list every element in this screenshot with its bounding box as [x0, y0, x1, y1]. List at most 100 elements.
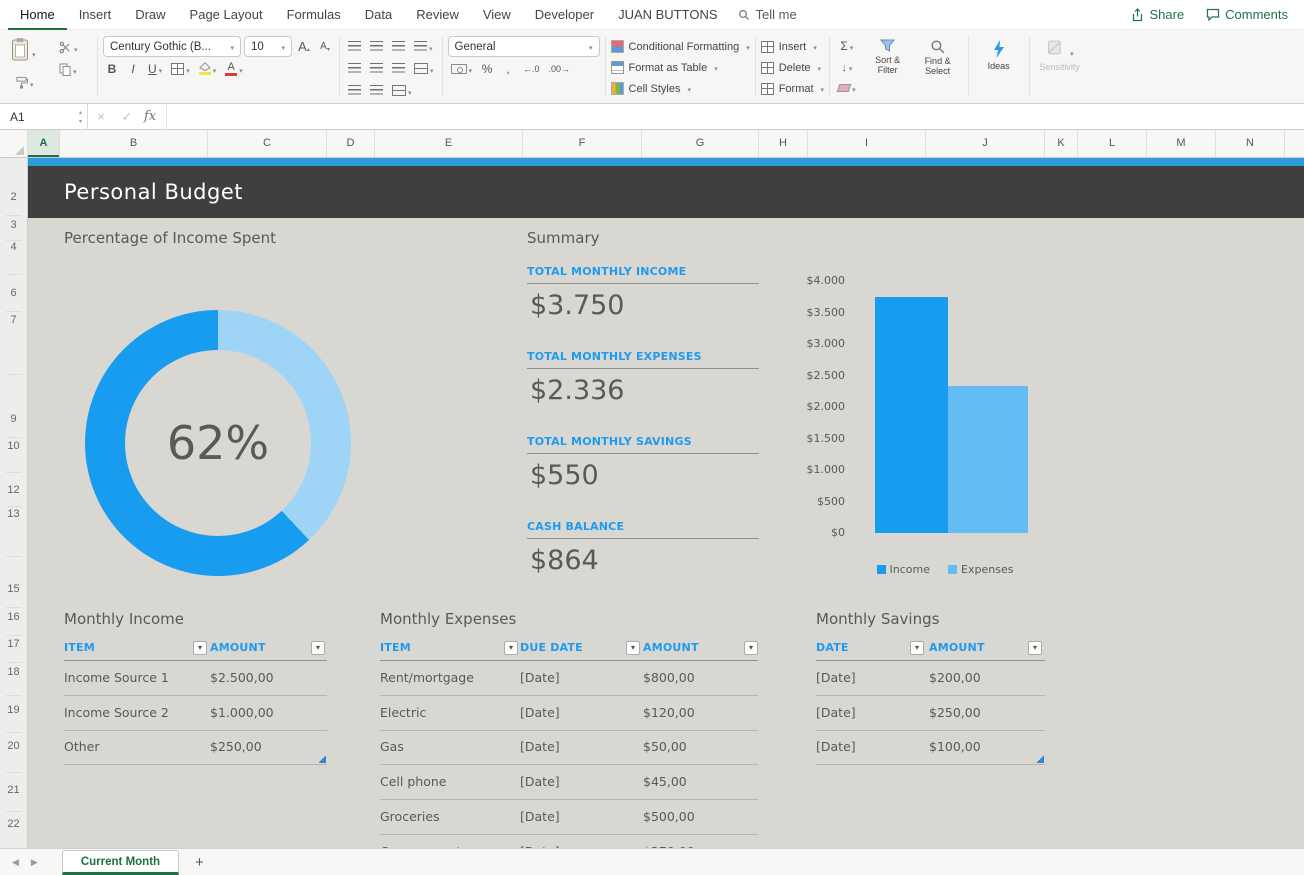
- column-header-D[interactable]: D: [327, 130, 375, 157]
- comma-style-button[interactable]: ,: [499, 59, 517, 78]
- insert-function-button[interactable]: fx: [144, 109, 156, 124]
- table-resize-handle[interactable]: [319, 756, 326, 763]
- decrease-decimal-button[interactable]: [546, 59, 574, 78]
- table-cell[interactable]: $2.500,00: [210, 670, 274, 686]
- column-header-N[interactable]: N: [1216, 130, 1285, 157]
- borders-button[interactable]: [168, 59, 193, 78]
- increase-indent-button[interactable]: [367, 81, 386, 100]
- sheet-tab-current-month[interactable]: Current Month: [62, 850, 179, 875]
- format-painter-button[interactable]: [12, 73, 37, 92]
- formula-input[interactable]: [166, 104, 1304, 129]
- delete-cells-button[interactable]: Delete: [761, 57, 824, 78]
- row-header-7[interactable]: 7: [0, 311, 27, 329]
- table-cell[interactable]: $100,00: [929, 739, 981, 755]
- table-cell[interactable]: $1.000,00: [210, 705, 274, 721]
- align-left-button[interactable]: [345, 59, 364, 78]
- menu-tab-home[interactable]: Home: [8, 0, 67, 30]
- filter-dropdown-button[interactable]: [193, 641, 207, 655]
- italic-button[interactable]: I: [124, 59, 142, 78]
- menu-tab-page-layout[interactable]: Page Layout: [178, 0, 275, 30]
- text-orientation-button[interactable]: [389, 81, 415, 100]
- table-cell[interactable]: $270,00: [643, 844, 695, 848]
- autosum-button[interactable]: Σ: [835, 36, 859, 56]
- table-cell[interactable]: [Date]: [520, 739, 560, 755]
- row-header-15[interactable]: 15: [0, 580, 27, 598]
- number-format-select[interactable]: General: [448, 36, 600, 57]
- column-header-B[interactable]: B: [60, 130, 208, 157]
- increase-font-size-button[interactable]: A: [295, 37, 313, 56]
- row-header-9[interactable]: 9: [0, 410, 27, 428]
- copy-button[interactable]: [56, 60, 80, 79]
- wrap-text-button[interactable]: [411, 37, 436, 56]
- format-cells-button[interactable]: Format: [761, 78, 824, 99]
- table-cell[interactable]: [Date]: [520, 670, 560, 686]
- font-color-button[interactable]: A: [222, 59, 246, 78]
- merge-center-button[interactable]: [411, 59, 437, 78]
- table-cell[interactable]: $500,00: [643, 809, 695, 825]
- sheet-nav-left-button[interactable]: ◀: [6, 857, 25, 868]
- table-cell[interactable]: $45,00: [643, 774, 687, 790]
- table-cell[interactable]: Electric: [380, 705, 426, 721]
- find-select-button[interactable]: Find & Select: [913, 36, 963, 98]
- table-cell[interactable]: [Date]: [520, 809, 560, 825]
- comments-button[interactable]: Comments: [1206, 7, 1288, 22]
- font-size-select[interactable]: 10: [244, 36, 292, 57]
- row-header-16[interactable]: 16: [0, 608, 27, 626]
- align-middle-button[interactable]: [367, 37, 386, 56]
- currency-format-button[interactable]: [448, 59, 476, 78]
- conditional-formatting-button[interactable]: Conditional Formatting: [611, 36, 750, 57]
- ideas-button[interactable]: Ideas: [974, 36, 1024, 71]
- menu-tab-insert[interactable]: Insert: [67, 0, 124, 30]
- column-header-K[interactable]: K: [1045, 130, 1078, 157]
- align-center-button[interactable]: [367, 59, 386, 78]
- add-sheet-button[interactable]: +: [195, 854, 204, 871]
- row-header-6[interactable]: 6: [0, 284, 27, 302]
- align-bottom-button[interactable]: [389, 37, 408, 56]
- column-header-M[interactable]: M: [1147, 130, 1216, 157]
- row-header-4[interactable]: 4: [0, 238, 27, 256]
- column-header-H[interactable]: H: [759, 130, 808, 157]
- table-cell[interactable]: $200,00: [929, 670, 981, 686]
- menu-tab-juan-buttons[interactable]: JUAN BUTTONS: [606, 0, 729, 30]
- filter-dropdown-button[interactable]: [910, 641, 924, 655]
- share-button[interactable]: Share: [1131, 7, 1184, 22]
- underline-button[interactable]: U: [145, 59, 165, 78]
- name-box[interactable]: A1: [0, 104, 88, 130]
- table-cell[interactable]: $50,00: [643, 739, 687, 755]
- table-cell[interactable]: Income Source 1: [64, 670, 169, 686]
- clear-button[interactable]: [835, 78, 859, 98]
- sheet-canvas[interactable]: Personal Budget Percentage of Income Spe…: [0, 158, 1304, 848]
- menu-tab-formulas[interactable]: Formulas: [275, 0, 353, 30]
- filter-dropdown-button[interactable]: [744, 641, 758, 655]
- menu-tab-review[interactable]: Review: [404, 0, 471, 30]
- percent-style-button[interactable]: %: [478, 59, 496, 78]
- row-header-3[interactable]: 3: [0, 216, 27, 234]
- tell-me-button[interactable]: Tell me: [738, 7, 797, 22]
- select-all-corner[interactable]: [0, 130, 28, 158]
- table-cell[interactable]: [Date]: [520, 705, 560, 721]
- insert-cells-button[interactable]: Insert: [761, 36, 824, 57]
- table-cell[interactable]: $250,00: [210, 739, 262, 755]
- column-header-C[interactable]: C: [208, 130, 327, 157]
- table-cell[interactable]: [Date]: [816, 670, 856, 686]
- table-cell[interactable]: $800,00: [643, 670, 695, 686]
- name-box-stepper[interactable]: [79, 107, 82, 125]
- row-header-22[interactable]: 22: [0, 815, 27, 833]
- table-resize-handle[interactable]: [1037, 756, 1044, 763]
- decrease-indent-button[interactable]: [345, 81, 364, 100]
- increase-decimal-button[interactable]: [520, 59, 543, 78]
- table-cell[interactable]: Cell phone: [380, 774, 446, 790]
- row-header-18[interactable]: 18: [0, 663, 27, 681]
- sheet-nav-right-button[interactable]: ▶: [25, 857, 44, 868]
- sort-filter-button[interactable]: Sort & Filter: [863, 36, 913, 98]
- table-cell[interactable]: [Date]: [816, 705, 856, 721]
- row-header-10[interactable]: 10: [0, 437, 27, 455]
- column-header-J[interactable]: J: [926, 130, 1045, 157]
- column-header-I[interactable]: I: [808, 130, 926, 157]
- row-header-12[interactable]: 12: [0, 481, 27, 499]
- cell-styles-button[interactable]: Cell Styles: [611, 78, 750, 99]
- column-header-A[interactable]: A: [28, 130, 60, 157]
- column-header-G[interactable]: G: [642, 130, 759, 157]
- column-header-F[interactable]: F: [523, 130, 642, 157]
- font-name-select[interactable]: Century Gothic (B...: [103, 36, 241, 57]
